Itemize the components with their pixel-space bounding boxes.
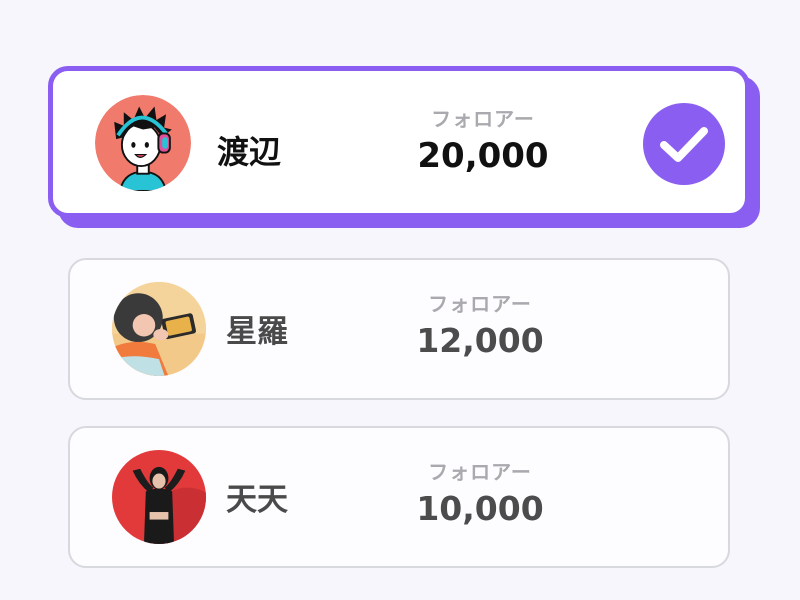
photo-avatar-red-icon [112,450,206,544]
follower-stat: フォロアー 10,000 [400,456,560,528]
account-name: 渡辺 [217,133,282,171]
account-card-seira[interactable]: 星羅 フォロアー 12,000 [68,258,730,400]
follower-label: フォロアー [428,460,532,484]
follower-stat: フォロアー 12,000 [400,288,560,360]
selected-check-icon[interactable] [643,103,725,185]
account-card-watanabe[interactable]: 渡辺 フォロアー 20,000 [48,66,750,218]
avatar-tianten [112,450,206,544]
account-card-tianten[interactable]: 天天 フォロアー 10,000 [68,426,730,568]
avatar-seira [112,282,206,376]
photo-avatar-phone-icon [112,282,206,376]
account-name: 天天 [226,482,288,518]
headphones-cartoon-avatar-icon [95,95,191,191]
follower-stat: フォロアー 20,000 [403,103,563,176]
avatar-watanabe [95,95,191,191]
follower-label: フォロアー [428,292,532,316]
follower-count: 10,000 [416,489,544,528]
follower-label: フォロアー [431,107,535,131]
account-name: 星羅 [226,314,288,350]
follower-count: 20,000 [417,136,549,176]
follower-count: 12,000 [416,321,544,360]
